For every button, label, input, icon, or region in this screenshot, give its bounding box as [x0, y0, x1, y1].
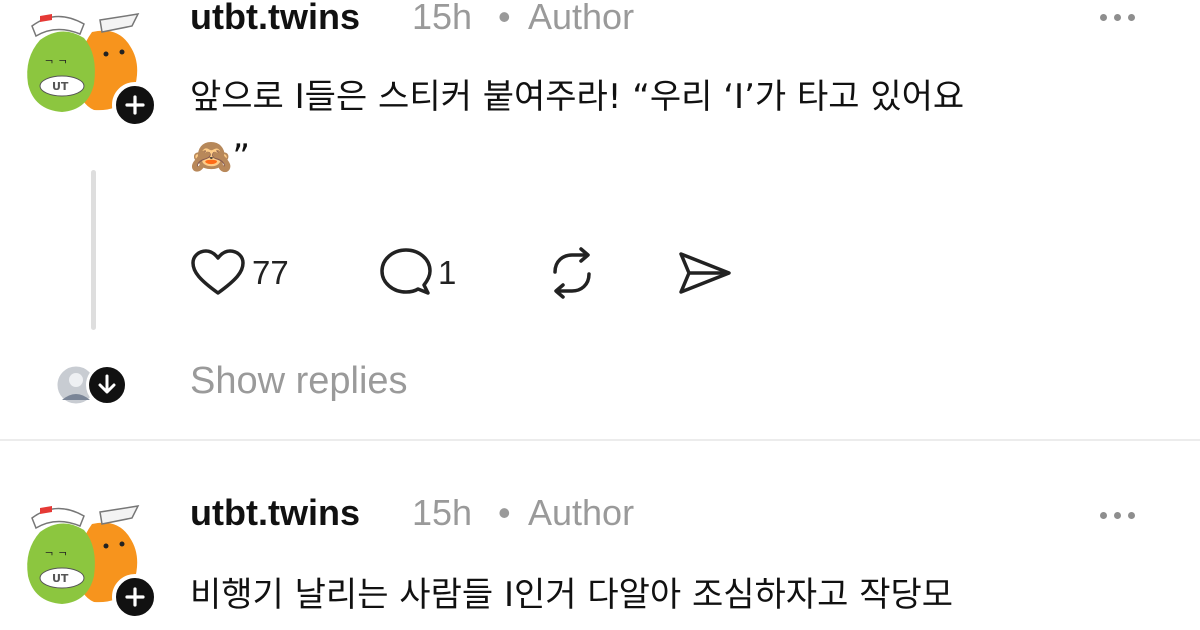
expand-replies-button[interactable]: [86, 364, 128, 406]
comment-count: 1: [438, 254, 457, 291]
post-divider: [0, 439, 1200, 441]
author-label: Author: [528, 0, 635, 37]
more-icon[interactable]: [1100, 512, 1135, 519]
arrow-down-icon: [98, 374, 116, 394]
svg-text:ᆨ ᆨ: ᆨ ᆨ: [44, 544, 68, 557]
closing-quote: ”: [232, 137, 250, 177]
post-text-continued: 🙈”: [190, 130, 250, 184]
avatar-label: UT: [52, 80, 69, 93]
like-count: 77: [252, 254, 289, 291]
avatar-label: UT: [52, 572, 69, 585]
like-button[interactable]: 77: [190, 245, 289, 301]
username[interactable]: utbt.twins: [190, 492, 360, 534]
post-text: 앞으로 I들은 스티커 붙여주라! “우리 ‘I’가 타고 있어요: [190, 77, 965, 117]
svg-text:ᆨ ᆨ: ᆨ ᆨ: [44, 52, 68, 65]
follow-button[interactable]: [112, 574, 158, 620]
avatar[interactable]: ᆨ ᆨ UT: [22, 496, 158, 620]
post-time: 15h: [412, 0, 473, 37]
more-icon[interactable]: [1100, 14, 1135, 21]
follow-button[interactable]: [112, 82, 158, 128]
repost-icon: [553, 247, 591, 299]
thread-line: [91, 170, 96, 330]
emoji-see-no-evil: 🙈: [190, 137, 233, 177]
show-replies-link[interactable]: Show replies: [190, 360, 408, 403]
share-button[interactable]: [677, 245, 733, 301]
username[interactable]: utbt.twins: [190, 0, 360, 38]
post-text: 비행기 날리는 사람들 I인거 다알아 조심하자고 작당모: [190, 575, 954, 615]
heart-icon: [191, 249, 245, 295]
author-label: Author: [528, 492, 635, 533]
plus-icon: [125, 95, 145, 115]
post-time: 15h: [412, 492, 473, 533]
plus-icon: [125, 587, 145, 607]
send-icon: [679, 252, 731, 294]
repost-button[interactable]: [545, 245, 599, 301]
reply-avatars[interactable]: [52, 360, 142, 410]
separator-dot: •: [498, 0, 511, 37]
comment-button[interactable]: 1: [380, 245, 456, 301]
comment-icon: [380, 248, 432, 295]
separator-dot: •: [498, 492, 511, 533]
avatar[interactable]: ᆨ ᆨ UT: [22, 4, 158, 128]
post: ᆨ ᆨ UT utbt.twins 15h • Author 앞으로 I들은 스…: [0, 0, 1200, 441]
